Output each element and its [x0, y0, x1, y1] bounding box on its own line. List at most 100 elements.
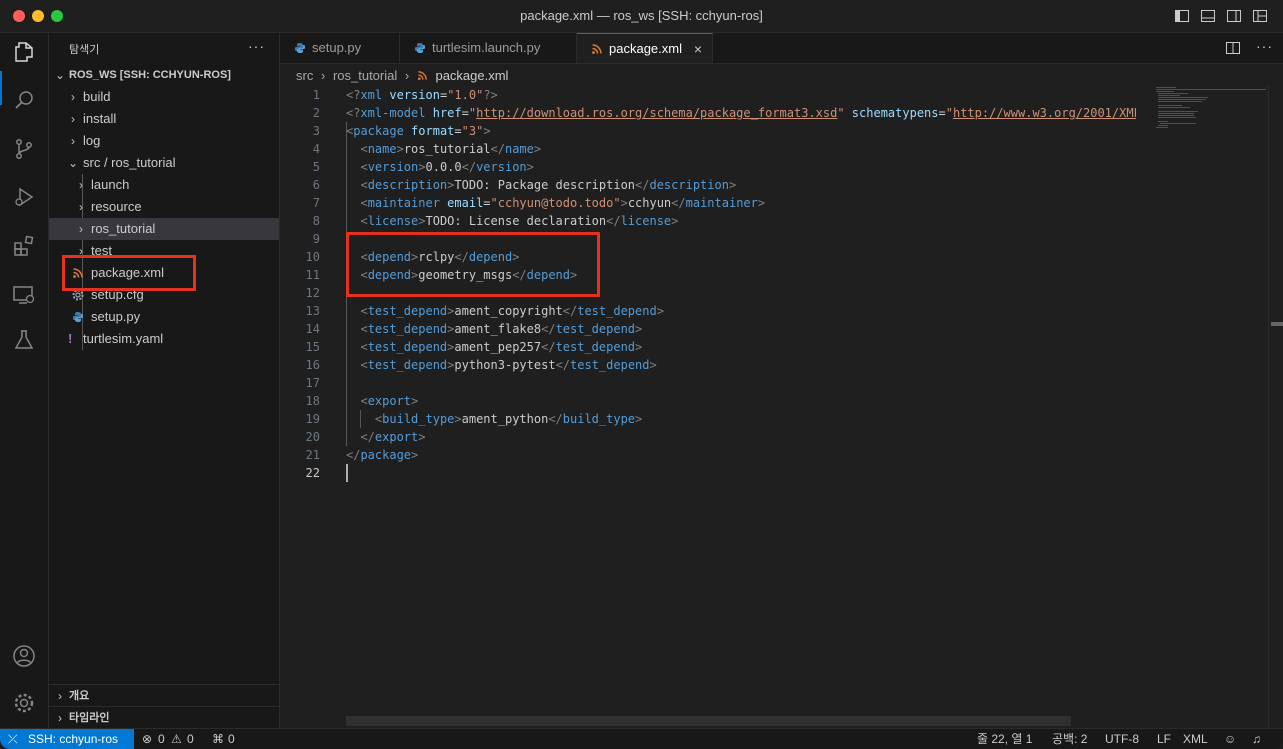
code-token: ros_tutorial — [403, 142, 491, 156]
testing-icon[interactable] — [12, 328, 36, 352]
indentation[interactable]: 공백: 2 — [1052, 729, 1087, 749]
breadcrumb-separator: › — [404, 68, 410, 83]
code-token: " — [837, 106, 845, 120]
code-token: > — [418, 430, 426, 444]
tab-turtlesim-launch-py[interactable]: turtlesim.launch.py — [400, 33, 577, 63]
code-token: > — [418, 160, 426, 174]
minimap[interactable] — [1154, 86, 1266, 146]
folder-label: install — [83, 111, 117, 126]
toggle-secondary-sidebar-icon[interactable] — [1226, 8, 1242, 24]
code-token: < — [360, 142, 368, 156]
language-mode[interactable]: XML — [1183, 729, 1208, 749]
toggle-panel-icon[interactable] — [1200, 8, 1216, 24]
run-debug-icon[interactable] — [12, 185, 36, 209]
extensions-icon[interactable] — [12, 234, 36, 258]
end-of-line[interactable]: LF — [1157, 729, 1171, 749]
code-token: http://download.ros.org/schema/package_f… — [476, 106, 838, 120]
editor-more-actions-icon[interactable]: ··· — [1256, 38, 1273, 54]
code-token: = — [461, 106, 469, 120]
code-token: = — [938, 106, 946, 120]
error-count[interactable]: 0 — [158, 729, 165, 749]
breadcrumb-ros-tutorial[interactable]: ros_tutorial — [333, 68, 397, 83]
source-control-icon[interactable] — [12, 137, 36, 161]
horizontal-scrollbar[interactable] — [346, 716, 1071, 726]
folder-build[interactable]: › build — [49, 86, 279, 108]
encoding[interactable]: UTF-8 — [1105, 729, 1139, 749]
code-token: test_depend — [367, 358, 448, 372]
folder-resource[interactable]: › resource — [49, 196, 279, 218]
breadcrumb-src[interactable]: src — [296, 68, 313, 83]
tab-package-xml[interactable]: package.xml × — [577, 33, 713, 63]
more-actions-icon[interactable]: ··· — [248, 38, 265, 54]
folder-install[interactable]: › install — [49, 108, 279, 130]
code-token: "cchyun@todo.todo" — [490, 196, 621, 210]
line-number: 4 — [312, 142, 320, 156]
code-token: < — [360, 196, 368, 210]
folder-src-ros-tutorial[interactable]: ⌄ src / ros_tutorial — [49, 152, 279, 174]
chevron-right-icon: › — [71, 112, 75, 126]
tab-label: package.xml — [609, 41, 682, 56]
tab-setup-py[interactable]: setup.py — [280, 33, 400, 63]
folder-log[interactable]: › log — [49, 130, 279, 152]
code-token: < — [360, 160, 368, 174]
code-editor[interactable]: 1 2 3 4 5 6 7 8 9 10 11 12 13 14 15 16 17 18 19 20 21 22 <?xm… — [280, 86, 1283, 728]
code-token: > — [635, 322, 643, 336]
code-token: test_depend — [367, 304, 448, 318]
rss-xml-icon — [592, 44, 602, 54]
search-icon[interactable] — [12, 88, 36, 112]
code-token: </ — [541, 322, 556, 336]
line-number: 20 — [305, 430, 320, 444]
vertical-scrollbar[interactable] — [1268, 86, 1283, 728]
ports-count[interactable]: 0 — [228, 729, 235, 749]
workspace-root[interactable]: ⌄ ROS_WS [SSH: CCHYUN-ROS] — [49, 64, 279, 86]
timeline-section[interactable]: › 타임라인 — [49, 706, 279, 729]
explorer-icon[interactable] — [12, 40, 36, 64]
chevron-down-icon: ⌄ — [67, 156, 79, 170]
manage-gear-icon[interactable] — [12, 691, 36, 715]
code-token: > — [728, 178, 737, 192]
remote-explorer-icon[interactable] — [12, 283, 36, 307]
code-line: <export> — [346, 392, 1136, 410]
code-token: TODO: Package description — [454, 178, 636, 192]
code-line: <test_depend>ament_flake8</test_depend> — [346, 320, 1136, 338]
ports-icon[interactable]: ⌘ — [212, 729, 224, 749]
breadcrumb: src › ros_tutorial › package.xml — [296, 66, 512, 86]
file-turtlesim-yaml[interactable]: ! turtlesim.yaml — [49, 328, 279, 350]
accounts-icon[interactable] — [12, 644, 36, 668]
feedback-icon[interactable]: ☺ — [1224, 729, 1236, 749]
remote-indicator[interactable]: ⤫ SSH: cchyun-ros — [0, 729, 134, 749]
folder-launch[interactable]: › launch — [49, 174, 279, 196]
outline-section[interactable]: › 개요 — [49, 684, 279, 707]
code-token: </ — [562, 304, 578, 318]
code-token: http://www.w3.org/2001/XMLSchema — [952, 106, 1136, 120]
highlight-box-package-xml — [62, 255, 196, 291]
error-icon[interactable]: ⊗ — [142, 729, 152, 749]
folder-ros-tutorial[interactable]: › ros_tutorial — [49, 218, 279, 240]
warning-icon[interactable]: ⚠ — [171, 729, 182, 749]
warning-count[interactable]: 0 — [187, 729, 194, 749]
python-file-icon — [415, 43, 425, 53]
cursor-position[interactable]: 줄 22, 열 1 — [977, 729, 1032, 749]
code-token: > — [396, 142, 404, 156]
line-number: 16 — [305, 358, 320, 372]
python-file-icon — [73, 312, 83, 322]
code-token: description — [649, 178, 729, 192]
customize-layout-icon[interactable] — [1252, 8, 1268, 24]
code-token: "3" — [461, 124, 484, 138]
folder-label: launch — [91, 177, 130, 192]
code-token: TODO: License declaration — [425, 214, 607, 228]
notifications-bell-icon[interactable]: ♫ — [1252, 729, 1261, 749]
editor-tabs: setup.py turtlesim.launch.py package.xml… — [280, 33, 1283, 64]
toggle-sidebar-icon[interactable] — [1174, 8, 1190, 24]
file-setup-py[interactable]: setup.py — [49, 306, 279, 328]
code-token: href — [432, 106, 462, 120]
code-line: <test_depend>ament_pep257</test_depend> — [346, 338, 1136, 356]
close-tab-icon[interactable]: × — [694, 34, 702, 64]
breadcrumb-package-xml[interactable]: package.xml — [435, 68, 508, 83]
tab-label: turtlesim.launch.py — [432, 40, 541, 55]
split-editor-icon[interactable] — [1225, 40, 1241, 56]
